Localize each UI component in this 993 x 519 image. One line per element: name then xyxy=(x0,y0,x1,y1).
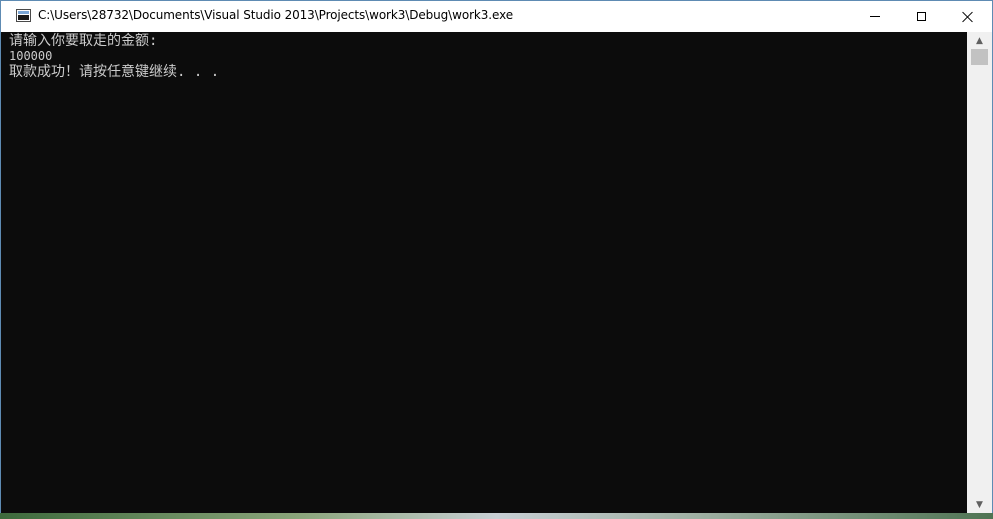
console-line-prompt: 请输入你要取走的金额: xyxy=(9,33,158,49)
scroll-down-button[interactable]: ▼ xyxy=(967,496,992,513)
scroll-down-arrow-icon: ▼ xyxy=(976,499,983,510)
desktop-bottom-edge xyxy=(0,513,993,519)
vertical-scrollbar[interactable]: ▲ ▼ xyxy=(967,32,992,513)
scroll-up-button[interactable]: ▲ xyxy=(967,32,992,49)
maximize-button[interactable] xyxy=(898,1,944,32)
console-output[interactable]: 请输入你要取走的金额: 100000 取款成功！请按任意键继续. . . xyxy=(1,32,967,513)
close-icon xyxy=(962,11,973,22)
scroll-thumb[interactable] xyxy=(971,49,988,65)
console-app-icon[interactable] xyxy=(16,9,31,22)
title-bar[interactable]: C:\Users\28732\Documents\Visual Studio 2… xyxy=(1,1,992,32)
minimize-button[interactable] xyxy=(852,1,898,32)
console-window[interactable]: C:\Users\28732\Documents\Visual Studio 2… xyxy=(0,0,993,514)
maximize-icon xyxy=(916,12,926,21)
window-title: C:\Users\28732\Documents\Visual Studio 2… xyxy=(38,8,513,22)
console-line-input: 100000 xyxy=(9,49,53,63)
close-button[interactable] xyxy=(944,1,990,32)
minimize-icon xyxy=(870,16,880,17)
console-line-result: 取款成功！请按任意键继续. . . xyxy=(9,64,220,80)
scroll-up-arrow-icon: ▲ xyxy=(976,35,983,46)
